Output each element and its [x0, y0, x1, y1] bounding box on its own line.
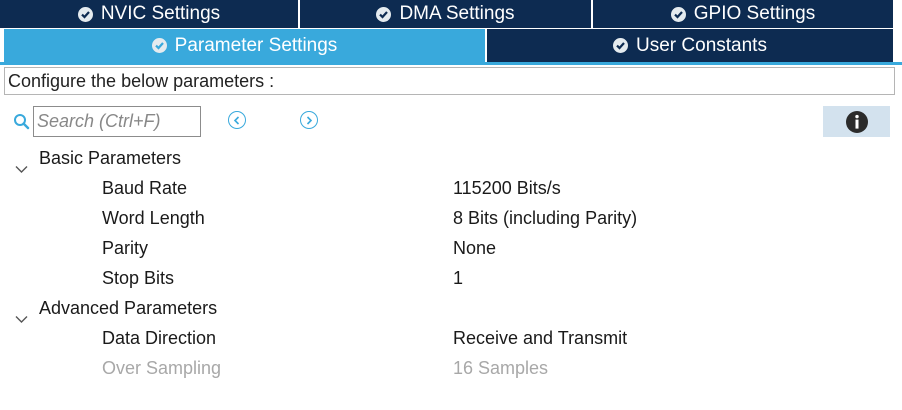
info-button[interactable] [823, 106, 890, 137]
search-icon[interactable] [13, 113, 31, 136]
description-text: Configure the below parameters : [4, 67, 895, 95]
tab-dma-settings[interactable]: DMA Settings [300, 0, 591, 28]
check-circle-icon [670, 6, 686, 22]
info-icon [845, 110, 868, 133]
tab-label: NVIC Settings [100, 3, 221, 24]
param-row-stop-bits[interactable]: Stop Bits 1 [0, 263, 902, 293]
check-circle-icon [77, 6, 93, 22]
check-circle-icon [151, 38, 167, 53]
param-value[interactable]: None [453, 233, 496, 263]
param-name: Word Length [102, 208, 205, 228]
param-name: Stop Bits [102, 268, 175, 288]
search-toolbar [0, 103, 902, 139]
param-row-over-sampling: Over Sampling 16 Samples [0, 353, 902, 383]
group-advanced-parameters[interactable]: Advanced Parameters [0, 293, 902, 323]
tab-label: DMA Settings [399, 3, 515, 24]
param-value[interactable]: 8 Bits (including Parity) [453, 203, 637, 233]
param-row-word-length[interactable]: Word Length 8 Bits (including Parity) [0, 203, 902, 233]
tab-underline [0, 62, 902, 65]
tab-label: User Constants [636, 34, 767, 56]
param-row-baud-rate[interactable]: Baud Rate 115200 Bits/s [0, 173, 902, 203]
group-label: Basic Parameters [39, 148, 182, 168]
param-name: Over Sampling [102, 358, 222, 378]
param-row-data-direction[interactable]: Data Direction Receive and Transmit [0, 323, 902, 353]
tab-nvic-settings[interactable]: NVIC Settings [0, 0, 298, 28]
group-basic-parameters[interactable]: Basic Parameters [0, 143, 902, 173]
check-circle-icon [376, 6, 392, 22]
chevron-left-circle-icon[interactable] [228, 111, 246, 129]
param-value[interactable]: 1 [453, 263, 463, 293]
param-name: Data Direction [102, 328, 217, 348]
chevron-right-circle-icon[interactable] [300, 111, 318, 129]
param-value: 16 Samples [453, 358, 549, 378]
param-name: Baud Rate [102, 178, 188, 198]
param-row-parity[interactable]: Parity None [0, 233, 902, 263]
check-circle-icon [613, 38, 629, 53]
param-value[interactable]: 115200 Bits/s [453, 173, 561, 203]
param-value[interactable]: Receive and Transmit [453, 323, 627, 353]
tab-parameter-settings[interactable]: Parameter Settings [4, 29, 485, 62]
tab-label: GPIO Settings [693, 3, 816, 24]
parameter-tree: Basic Parameters Baud Rate 115200 Bits/s… [0, 143, 902, 383]
tab-row-top: NVIC Settings DMA Settings GPIO Settings [0, 0, 902, 28]
tab-label: Parameter Settings [174, 34, 338, 56]
search-input[interactable] [33, 106, 201, 137]
tab-gpio-settings[interactable]: GPIO Settings [593, 0, 893, 28]
tab-user-constants[interactable]: User Constants [487, 29, 893, 62]
group-label: Advanced Parameters [39, 298, 218, 318]
param-name: Parity [102, 238, 149, 258]
tab-row-bottom: Parameter Settings User Constants [0, 29, 902, 62]
